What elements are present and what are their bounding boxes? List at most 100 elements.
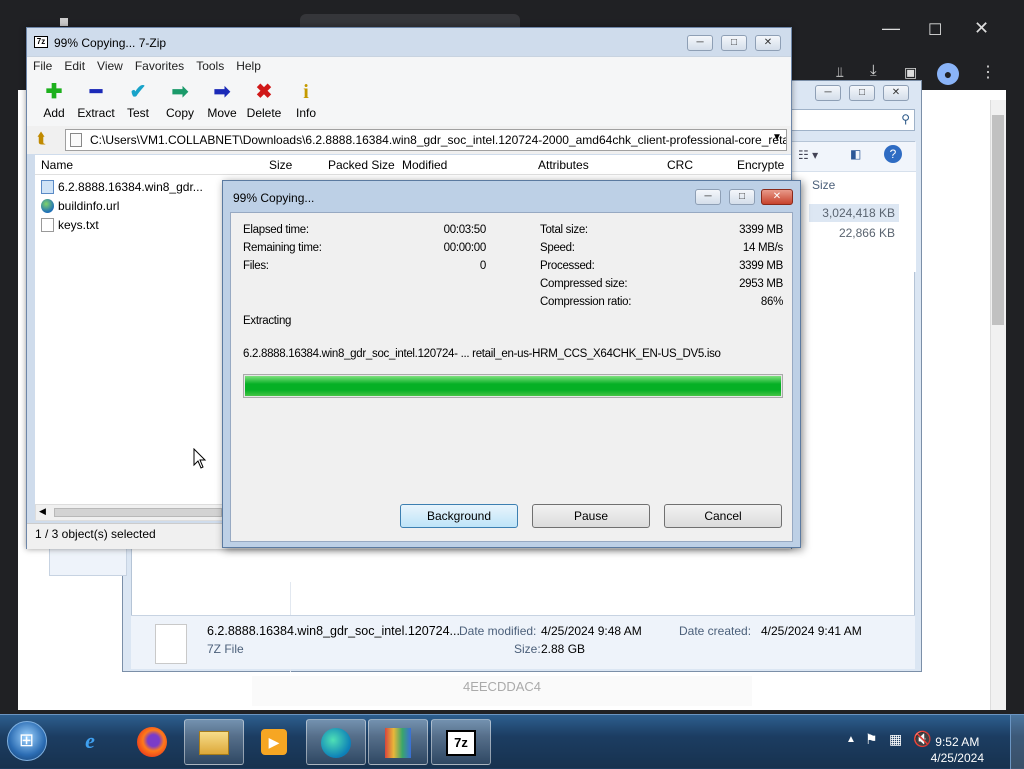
archive-icon <box>41 180 54 194</box>
menu-file[interactable]: File <box>33 59 52 73</box>
remaining-value: 00:00:00 <box>443 242 487 254</box>
column-packed-size[interactable]: Packed Size <box>328 158 395 172</box>
menu-favorites[interactable]: Favorites <box>135 59 184 73</box>
column-size[interactable]: Size <box>269 158 292 172</box>
list-item[interactable]: keys.txt <box>41 218 99 232</box>
size-value: 2.88 GB <box>541 642 586 656</box>
tray-expand-icon[interactable]: ▲ <box>846 734 856 745</box>
pause-button[interactable]: Pause <box>532 504 650 528</box>
file-explorer-icon[interactable] <box>184 719 244 765</box>
edge-icon[interactable] <box>306 719 366 765</box>
progress-bar <box>243 374 783 398</box>
column-name[interactable]: Name <box>41 158 73 172</box>
close-button[interactable]: ✕ <box>883 85 909 101</box>
processed-value: 3399 MB <box>739 260 783 272</box>
internet-explorer-icon[interactable]: e <box>60 719 120 765</box>
globe-icon <box>41 199 54 213</box>
minimize-button[interactable]: ─ <box>687 35 713 51</box>
media-player-icon[interactable]: ▶ <box>244 719 304 765</box>
address-input[interactable]: C:\Users\VM1.COLLABNET\Downloads\6.2.888… <box>65 129 787 151</box>
maximize-button[interactable]: □ <box>849 85 875 101</box>
pin-icon[interactable]: ⫫ <box>836 64 844 81</box>
horizontal-scrollbar[interactable]: ◀ <box>35 504 225 521</box>
progress-fill <box>245 376 781 396</box>
firefox-icon[interactable] <box>122 719 182 765</box>
column-modified[interactable]: Modified <box>402 158 447 172</box>
list-item[interactable]: 6.2.8888.16384.win8_gdr... <box>41 180 203 194</box>
menu-help[interactable]: Help <box>236 59 261 73</box>
action-center-flag-icon[interactable]: ⚑ <box>865 731 878 748</box>
menu-view[interactable]: View <box>97 59 123 73</box>
minimize-button[interactable]: ─ <box>815 85 841 101</box>
file-icon <box>70 133 82 147</box>
preview-pane-icon[interactable]: ◧ <box>850 147 861 161</box>
speed-value: 14 MB/s <box>742 242 783 254</box>
extract-button[interactable]: ━ Extract <box>74 80 118 120</box>
scrollbar-thumb[interactable] <box>992 115 1004 325</box>
copy-arrow-icon: ➡ <box>171 81 189 103</box>
test-button[interactable]: ✔ Test <box>116 80 160 120</box>
scroll-left-icon[interactable]: ◀ <box>39 506 46 517</box>
clock[interactable]: 9:52 AM 4/25/2024 <box>931 734 984 766</box>
menu-tools[interactable]: Tools <box>196 59 224 73</box>
info-button[interactable]: i Info <box>284 80 328 120</box>
minimize-button[interactable]: ─ <box>695 189 721 205</box>
column-encrypted[interactable]: Encrypte <box>737 158 784 172</box>
taskbar: ⊞ e ▶ 7z ▲ ⚑ ▦ 🔇 9:52 AM 4/25/2024 <box>0 714 1024 769</box>
dialog-title: 99% Copying... <box>233 191 315 205</box>
list-item[interactable]: buildinfo.url <box>41 199 119 213</box>
minus-icon: ━ <box>89 81 103 103</box>
close-button[interactable]: ✕ <box>755 35 781 51</box>
start-button[interactable]: ⊞ <box>7 721 47 761</box>
show-desktop-button[interactable] <box>1010 715 1024 769</box>
maximize-button[interactable]: □ <box>729 189 755 205</box>
search-icon: ⚲ <box>901 112 910 126</box>
view-icon[interactable]: ☷ ▾ <box>798 148 818 162</box>
maximize-button[interactable]: □ <box>721 35 747 51</box>
modified-label: Date modified: <box>459 624 537 638</box>
test-label: Test <box>126 106 149 120</box>
folder-up-icon[interactable]: ⮬ <box>37 130 46 147</box>
close-icon[interactable]: ✕ <box>974 18 989 39</box>
column-crc[interactable]: CRC <box>667 158 693 172</box>
compression-ratio-label: Compression ratio: <box>540 296 632 308</box>
size-label: Size: <box>514 642 541 656</box>
close-button[interactable]: ✕ <box>761 189 793 205</box>
winrar-icon[interactable] <box>368 719 428 765</box>
column-attributes[interactable]: Attributes <box>538 158 589 172</box>
background-button[interactable]: Background <box>400 504 518 528</box>
toolbar: ✚ Add ━ Extract ✔ Test ➡ Copy ➡ Move ✖ Delete … <box>27 76 791 126</box>
info-icon: i <box>303 81 309 103</box>
sevenzip-icon[interactable]: 7z <box>431 719 491 765</box>
mouse-cursor-icon <box>193 448 207 469</box>
speed-label: Speed: <box>540 242 575 254</box>
maximize-icon[interactable]: ☐ <box>928 20 942 40</box>
text-file-icon <box>41 218 54 232</box>
move-button[interactable]: ➡ Move <box>200 80 244 120</box>
copy-button[interactable]: ➡ Copy <box>158 80 202 120</box>
extensions-icon[interactable]: ▣ <box>904 64 917 81</box>
cancel-button[interactable]: Cancel <box>664 504 782 528</box>
help-icon[interactable]: ? <box>884 145 902 163</box>
volume-muted-icon[interactable]: 🔇 <box>913 730 932 748</box>
compressed-size-value: 2953 MB <box>739 278 783 290</box>
scrollbar-thumb[interactable] <box>54 508 222 517</box>
file-name: keys.txt <box>58 218 99 232</box>
detail-type: 7Z File <box>207 642 244 656</box>
minimize-icon[interactable]: — <box>882 18 900 39</box>
download-icon[interactable]: ⤓ <box>870 62 877 79</box>
chevron-down-icon[interactable]: ▼ <box>772 132 782 143</box>
add-button[interactable]: ✚ Add <box>32 80 76 120</box>
profile-icon[interactable]: ● <box>937 63 959 85</box>
remaining-label: Remaining time: <box>243 242 322 254</box>
menu-icon[interactable]: ⋮ <box>980 62 996 82</box>
delete-label: Delete <box>246 106 282 120</box>
menu-edit[interactable]: Edit <box>64 59 85 73</box>
clock-time: 9:52 AM <box>935 735 980 749</box>
files-label: Files: <box>243 260 269 272</box>
size-value: 3,024,418 KB <box>809 204 899 222</box>
nav-pane-fragment <box>49 546 127 576</box>
delete-button[interactable]: ✖ Delete <box>242 80 286 120</box>
network-icon[interactable]: ▦ <box>889 731 902 748</box>
file-icon <box>155 624 187 664</box>
